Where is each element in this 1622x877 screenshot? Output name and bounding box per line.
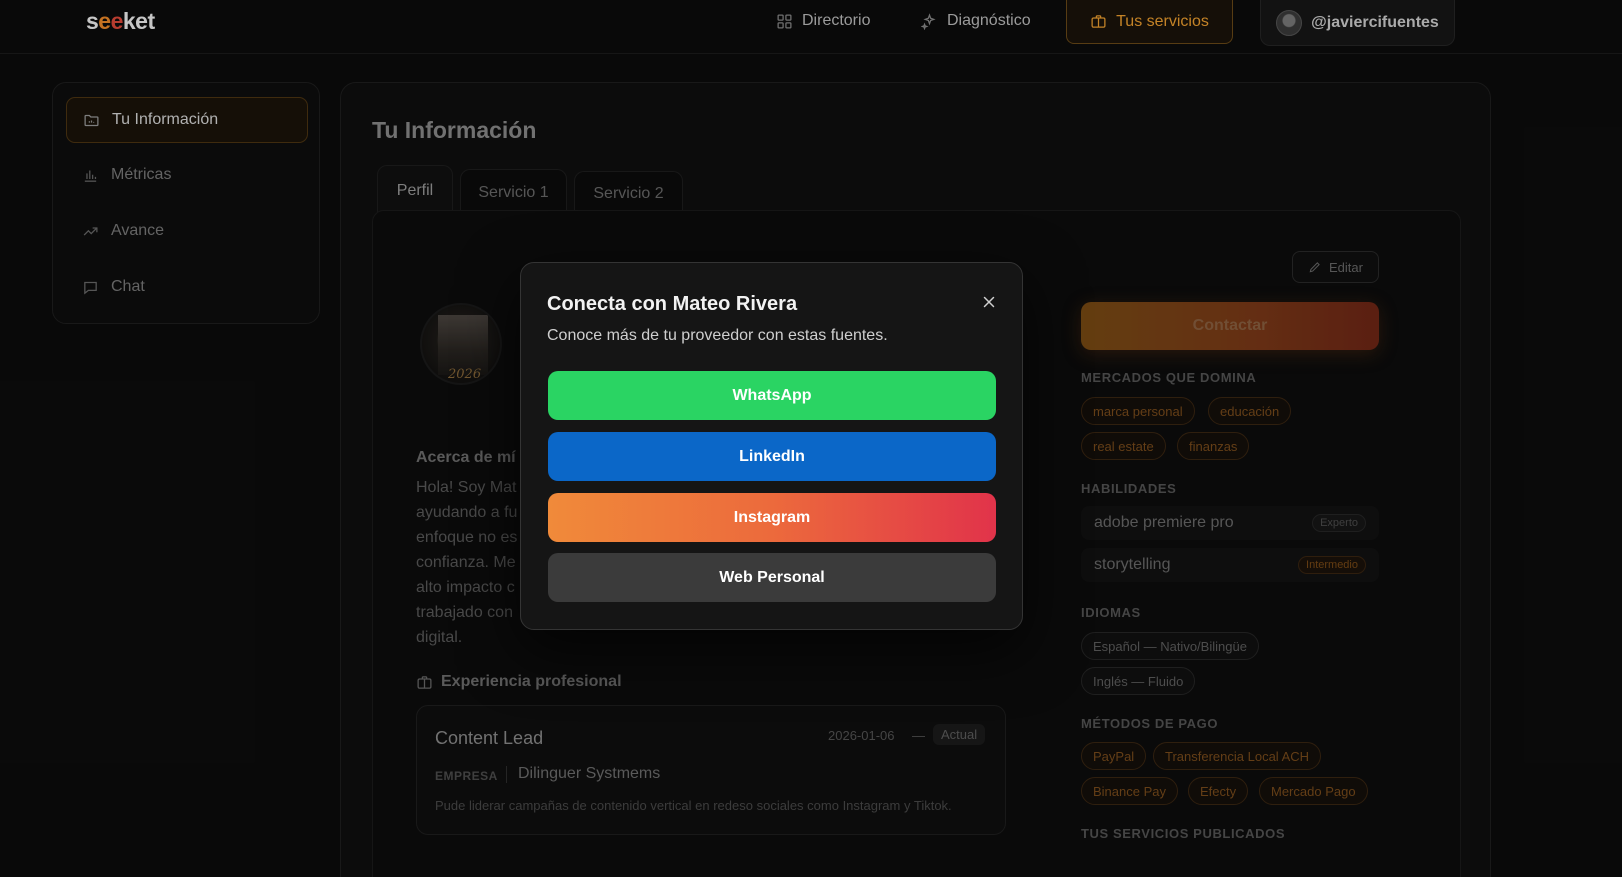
modal-subtitle: Conoce más de tu proveedor con estas fue… [547, 327, 888, 344]
close-icon [983, 296, 995, 308]
linkedin-button[interactable]: LinkedIn [548, 432, 996, 481]
whatsapp-button[interactable]: WhatsApp [548, 371, 996, 420]
close-button[interactable] [975, 288, 1003, 316]
instagram-button[interactable]: Instagram [548, 493, 996, 542]
web-personal-button[interactable]: Web Personal [548, 553, 996, 602]
modal-title: Conecta con Mateo Rivera [547, 293, 798, 315]
connect-modal: Conecta con Mateo Rivera Conoce más de t… [520, 262, 1023, 630]
